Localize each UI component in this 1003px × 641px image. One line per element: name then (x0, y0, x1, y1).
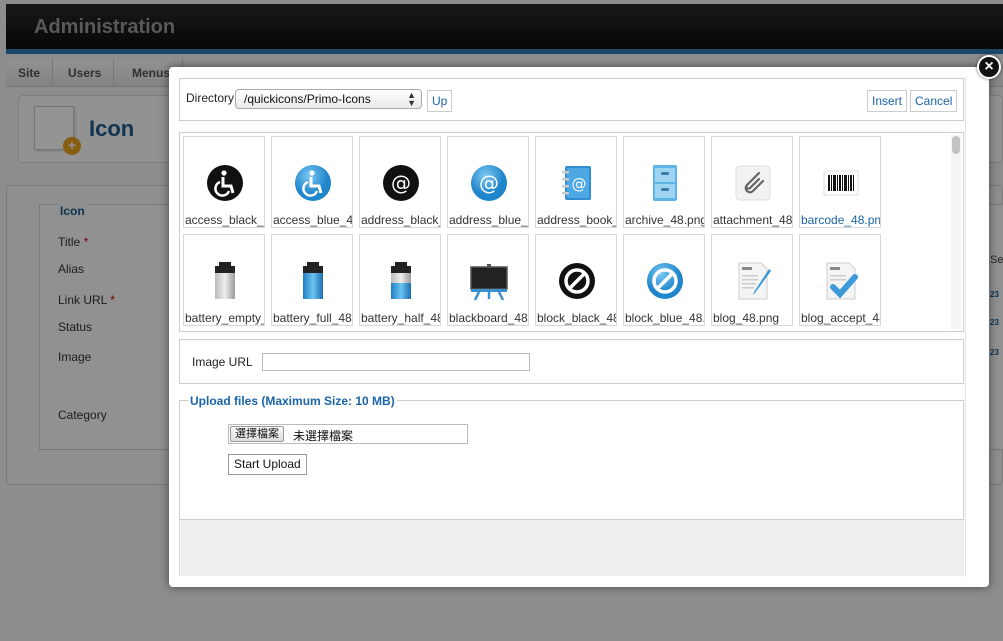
image-tile[interactable]: access_blue_48.png (271, 136, 353, 228)
svg-text:@: @ (572, 175, 587, 193)
paperclip-icon (733, 163, 773, 203)
modal-footer (179, 520, 964, 576)
battery-empty-icon (205, 261, 245, 301)
image-caption: battery_half_48.png (361, 311, 440, 325)
start-upload-button[interactable]: Start Upload (228, 454, 307, 475)
directory-select-value: /quickicons/Primo-Icons (244, 92, 371, 106)
block-black-icon (557, 261, 597, 301)
choose-file-button[interactable]: 選擇檔案 (230, 426, 284, 442)
image-manager-modal: Directory /quickicons/Primo-Icons ▲ ▼ Up … (169, 67, 989, 587)
image-caption: blog_accept_48.png (801, 311, 880, 325)
wheelchair-blue-icon (293, 163, 333, 203)
directory-select[interactable]: /quickicons/Primo-Icons ▲ ▼ (235, 89, 422, 109)
image-caption: address_blue_48.png (449, 213, 528, 227)
image-url-input[interactable] (262, 353, 530, 371)
barcode-icon (821, 163, 861, 203)
image-tile[interactable]: access_black_48.png (183, 136, 265, 228)
image-caption: attachment_48.png (713, 213, 793, 227)
image-tile[interactable]: @ address_black_48.png (359, 136, 441, 228)
image-caption: address_black_48.png (361, 213, 440, 227)
block-blue-icon (645, 261, 685, 301)
svg-text:@: @ (479, 171, 499, 195)
image-tile[interactable]: blog_48.png (711, 234, 793, 326)
upload-section: Upload files (Maximum Size: 10 MB) 選擇檔案 … (179, 394, 964, 520)
blog-icon (733, 261, 773, 301)
image-url-label: Image URL (192, 355, 253, 369)
image-tile[interactable]: blog_accept_48.png (799, 234, 881, 326)
image-caption: access_blue_48.png (273, 213, 353, 227)
image-tile[interactable]: block_blue_48.png (623, 234, 705, 326)
image-caption: battery_full_48.png (273, 311, 352, 325)
image-tile[interactable]: archive_48.png (623, 136, 705, 228)
image-caption: blog_48.png (713, 311, 780, 325)
image-caption: address_book_48.png (537, 213, 616, 227)
wheelchair-black-icon (205, 163, 245, 203)
battery-full-icon (293, 261, 333, 301)
image-caption: battery_empty_48.png (185, 311, 264, 325)
scrollbar-thumb[interactable] (952, 136, 960, 154)
image-browser-scrollbar[interactable] (951, 135, 961, 329)
image-caption: archive_48.png (625, 213, 705, 227)
image-tile[interactable]: @ address_book_48.png (535, 136, 617, 228)
up-button[interactable]: Up (427, 90, 453, 112)
file-input[interactable]: 選擇檔案 未選擇檔案 (228, 424, 468, 444)
insert-button[interactable]: Insert (867, 90, 908, 112)
cancel-button[interactable]: Cancel (910, 90, 958, 112)
image-caption: blackboard_48.png (449, 311, 528, 325)
svg-text:@: @ (391, 171, 411, 195)
blog-accept-icon (821, 261, 861, 301)
image-tile[interactable]: battery_full_48.png (271, 234, 353, 326)
image-caption: barcode_48.png (801, 213, 881, 227)
close-modal-button[interactable]: × (977, 55, 1001, 79)
image-tile[interactable]: @ address_blue_48.png (447, 136, 529, 228)
image-caption: block_black_48.png (537, 311, 616, 325)
image-browser: access_black_48.png access_blue_48.png @… (179, 132, 964, 332)
select-arrows-icon: ▲ ▼ (407, 90, 416, 108)
archive-cabinet-icon (645, 163, 685, 203)
image-tile[interactable]: blackboard_48.png (447, 234, 529, 326)
image-caption: block_blue_48.png (625, 311, 705, 325)
image-tile[interactable]: block_black_48.png (535, 234, 617, 326)
directory-bar: Directory /quickicons/Primo-Icons ▲ ▼ Up … (179, 78, 964, 121)
at-sign-blue-icon: @ (469, 163, 509, 203)
address-book-icon: @ (557, 163, 597, 203)
directory-label: Directory (186, 91, 235, 105)
battery-half-icon (381, 261, 421, 301)
no-file-chosen-text: 未選擇檔案 (293, 429, 354, 443)
image-url-section: Image URL (179, 339, 964, 384)
image-tile[interactable]: battery_half_48.png (359, 234, 441, 326)
upload-legend: Upload files (Maximum Size: 10 MB) (188, 394, 397, 408)
blackboard-icon (469, 261, 509, 301)
image-caption: access_black_48.png (185, 213, 264, 227)
image-tile[interactable]: battery_empty_48.png (183, 234, 265, 326)
modal-scrollbar[interactable] (965, 77, 979, 577)
image-tile[interactable]: barcode_48.png (799, 136, 881, 228)
at-sign-black-icon: @ (381, 163, 421, 203)
image-tile[interactable]: attachment_48.png (711, 136, 793, 228)
